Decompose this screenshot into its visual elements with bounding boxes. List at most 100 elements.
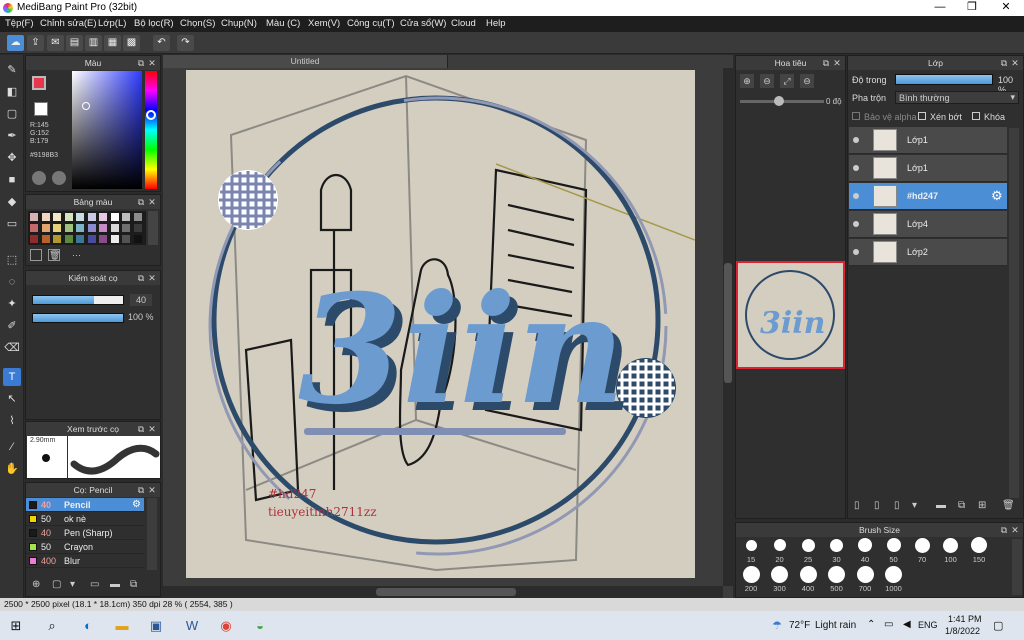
pen-tool-icon[interactable]: ✒ — [3, 127, 21, 145]
new-palette-icon[interactable] — [30, 249, 42, 261]
palette-swatch[interactable] — [122, 213, 130, 221]
duplicate-icon[interactable]: ⧉ — [130, 579, 137, 590]
palette-more[interactable]: ··· — [72, 250, 81, 260]
layer-item[interactable]: Lớp1 — [849, 155, 1007, 182]
close-icon[interactable]: ✕ — [147, 271, 157, 285]
menu-layer[interactable]: Lớp(L) — [98, 18, 126, 29]
store-icon[interactable]: ▣ — [146, 616, 166, 636]
brush-item-crayon[interactable]: 50 Crayon — [26, 540, 144, 554]
add-brush-icon[interactable]: ⊕ — [32, 579, 40, 590]
menu-window[interactable]: Cửa sổ(W) — [400, 18, 446, 29]
new-layer-icon[interactable]: ▯ — [854, 500, 860, 511]
brush-size-preset[interactable] — [943, 537, 958, 553]
menu-help[interactable]: Help — [486, 18, 506, 29]
notification-icon[interactable]: ▢ — [993, 619, 1003, 632]
page-icon[interactable]: ▥ — [85, 35, 102, 51]
palette-swatches[interactable] — [28, 211, 146, 245]
close-icon[interactable]: ✕ — [147, 422, 157, 436]
palette-swatch[interactable] — [30, 213, 38, 221]
clipping-checkbox[interactable] — [918, 112, 926, 120]
select-pen-icon[interactable]: ✐ — [3, 317, 21, 335]
brush-size-preset[interactable] — [971, 537, 987, 553]
palette-swatch[interactable] — [76, 213, 84, 221]
palette-swatch[interactable] — [133, 235, 142, 243]
cloud-icon[interactable]: ☁ — [7, 35, 24, 51]
eye-icon[interactable] — [853, 249, 859, 255]
network-icon[interactable]: ▭ — [884, 619, 893, 630]
magic-wand-icon[interactable]: ✦ — [3, 295, 21, 313]
layer-opacity-slider[interactable] — [895, 74, 993, 85]
gear-icon[interactable]: ⚙ — [991, 188, 1003, 204]
palette-swatch[interactable] — [64, 224, 73, 232]
menu-select[interactable]: Chọn(S) — [180, 18, 215, 29]
file-explorer-icon[interactable]: ▬ — [112, 616, 132, 636]
palette-swatch[interactable] — [99, 213, 107, 221]
delete-layer-icon[interactable]: 🗑 — [1002, 500, 1015, 511]
fit-icon[interactable]: ⤢ — [780, 74, 794, 88]
word-icon[interactable]: W — [182, 616, 202, 636]
operation-tool-icon[interactable]: ↖ — [3, 390, 21, 408]
chrome-icon[interactable]: ◉ — [216, 616, 236, 636]
canvas-paper[interactable]: 3iin 3iin #hd247 tieuyeitinh2711zz — [186, 70, 695, 578]
brush-size-scrollbar[interactable] — [1012, 539, 1022, 595]
palette-swatch[interactable] — [110, 224, 119, 232]
add-layer-menu-icon[interactable]: ▾ — [912, 500, 917, 511]
undock-icon[interactable]: ⧉ — [999, 56, 1009, 70]
undock-icon[interactable]: ⧉ — [136, 195, 146, 209]
weather-temp[interactable]: 72°F — [789, 620, 810, 631]
canvas-vertical-scrollbar[interactable] — [723, 68, 733, 586]
canvas-horizontal-scrollbar[interactable] — [163, 586, 723, 598]
brush-opacity-slider[interactable] — [32, 313, 124, 323]
speech-icon[interactable]: ▤ — [66, 35, 83, 51]
brush-size-preset[interactable] — [856, 565, 874, 583]
upload-icon[interactable]: ⇪ — [27, 35, 44, 51]
import-brush-icon[interactable]: ▾ — [70, 579, 75, 590]
weather-icon[interactable]: ☂ — [772, 619, 782, 632]
eye-icon[interactable] — [853, 193, 859, 199]
minimize-button[interactable]: — — [924, 0, 956, 16]
color-wheel-icon[interactable] — [52, 171, 66, 185]
close-icon[interactable]: ✕ — [1010, 56, 1020, 70]
restore-button[interactable]: ❐ — [956, 0, 988, 16]
palette-swatch[interactable] — [64, 213, 73, 221]
gradient-tool-icon[interactable]: ▭ — [3, 215, 21, 233]
lock-checkbox[interactable] — [972, 112, 980, 120]
protect-alpha-checkbox[interactable] — [852, 112, 860, 120]
text-tool-icon[interactable]: T — [3, 368, 21, 386]
rect-tool-icon[interactable]: ▢ — [3, 105, 21, 123]
comment-icon[interactable]: ✉ — [47, 35, 64, 51]
vertical-scroll-thumb[interactable] — [724, 263, 732, 383]
layer-item[interactable]: Lớp4 — [849, 211, 1007, 238]
palette-swatch[interactable] — [53, 224, 61, 232]
palette-swatch[interactable] — [76, 224, 84, 232]
close-icon[interactable]: ✕ — [147, 195, 157, 209]
close-icon[interactable]: ✕ — [832, 56, 842, 70]
eye-icon[interactable] — [853, 221, 859, 227]
primary-color-swatch[interactable] — [32, 76, 46, 90]
new-brush-icon[interactable]: ▢ — [52, 579, 61, 590]
palette-swatch[interactable] — [64, 235, 73, 243]
close-button[interactable]: ✕ — [990, 0, 1022, 16]
brush-size-preset[interactable] — [828, 565, 845, 583]
palette-swatch[interactable] — [41, 224, 50, 232]
menu-view[interactable]: Xem(V) — [308, 18, 340, 29]
undock-icon[interactable]: ⧉ — [136, 271, 146, 285]
palette-swatch[interactable] — [41, 213, 50, 221]
palette-swatch[interactable] — [30, 224, 38, 232]
palette-swatch[interactable] — [110, 213, 119, 221]
palette-icon[interactable] — [32, 171, 46, 185]
palette-swatch[interactable] — [87, 224, 96, 232]
menu-color[interactable]: Màu (C) — [266, 18, 300, 29]
edge-icon[interactable]: ◐ — [78, 616, 98, 636]
horizontal-scroll-thumb[interactable] — [376, 588, 516, 596]
eyedropper-icon[interactable]: ⁄ — [3, 438, 21, 456]
palette-swatch[interactable] — [122, 224, 130, 232]
brush-item-pencil[interactable]: 40 Pencil ⚙ — [26, 498, 144, 512]
navigator-thumbnail[interactable]: 3iin — [736, 261, 845, 369]
bucket-tool-icon[interactable]: ◆ — [3, 193, 21, 211]
menu-cloud[interactable]: Cloud — [451, 18, 476, 29]
palette-swatch[interactable] — [41, 235, 50, 243]
undock-icon[interactable]: ⧉ — [821, 56, 831, 70]
snap-icon[interactable]: ▩ — [123, 35, 140, 51]
undock-icon[interactable]: ⧉ — [136, 422, 146, 436]
